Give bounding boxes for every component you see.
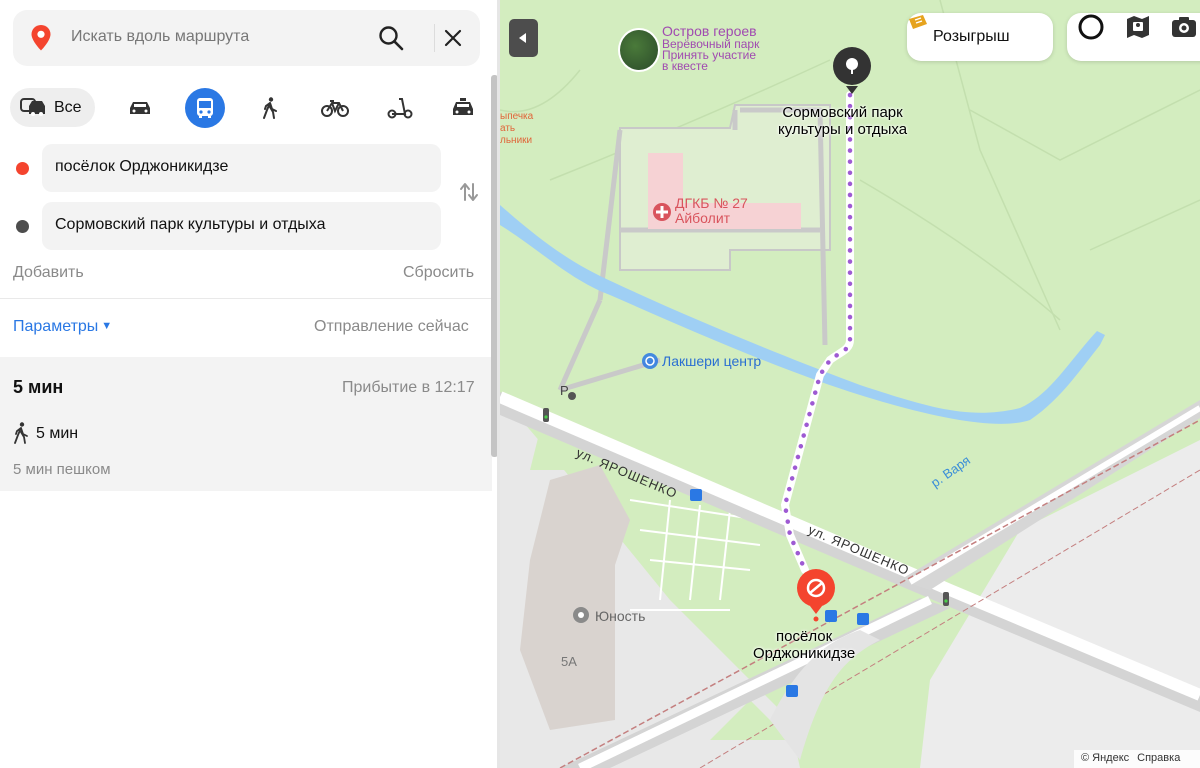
partial-poi-line3: льники bbox=[500, 135, 533, 146]
car-icon bbox=[130, 102, 150, 114]
all-transport-icon bbox=[20, 97, 45, 116]
search-icon[interactable] bbox=[377, 24, 405, 52]
mode-car-button[interactable] bbox=[120, 88, 160, 128]
close-icon[interactable] bbox=[441, 26, 465, 50]
map-copyright: © Яндекс Справка bbox=[1074, 750, 1200, 768]
lux-center-label[interactable]: Лакшери центр bbox=[662, 353, 761, 369]
parking-label: P bbox=[560, 383, 569, 398]
partial-poi-label: ыпечка ать льники bbox=[500, 111, 533, 147]
bicycle-icon bbox=[321, 100, 349, 117]
promo-button[interactable]: Розыгрыш bbox=[907, 13, 1053, 61]
hospital-name-line1: ДГКБ № 27 bbox=[675, 195, 748, 211]
hospital-name-line2: Айболит bbox=[675, 210, 731, 226]
partial-poi-line2: ать bbox=[500, 123, 516, 134]
help-link[interactable]: Справка bbox=[1137, 752, 1180, 764]
mode-bike-button[interactable] bbox=[315, 88, 355, 128]
transport-modes: Все bbox=[10, 88, 480, 128]
map-view[interactable]: Остров героев Верёвочный парк Принять уч… bbox=[500, 0, 1200, 768]
destination-map-label-line1: Сормовский парк bbox=[782, 104, 903, 121]
walk-description: 5 мин пешком bbox=[13, 461, 111, 478]
route-duration: 5 мин bbox=[13, 377, 64, 397]
destination-map-label-line2: культуры и отдыха bbox=[778, 121, 908, 138]
swap-route-icon[interactable] bbox=[457, 180, 481, 204]
copyright-text: © Яндекс bbox=[1081, 752, 1130, 764]
alice-assistant-icon[interactable] bbox=[1077, 13, 1105, 41]
camera-icon[interactable] bbox=[1170, 13, 1198, 41]
poi-heroes-action-line2: в квесте bbox=[662, 59, 708, 73]
promo-label: Розыгрыш bbox=[933, 28, 1010, 45]
search-divider bbox=[434, 24, 435, 52]
origin-map-label-line1: посёлок bbox=[776, 628, 833, 645]
origin-pin-icon[interactable] bbox=[796, 568, 836, 622]
search-input[interactable]: Искать вдоль маршрута bbox=[71, 28, 249, 46]
collapse-panel-button[interactable] bbox=[509, 19, 538, 57]
reset-route-link[interactable]: Сбросить bbox=[403, 264, 474, 282]
mode-taxi-button[interactable] bbox=[443, 88, 483, 128]
hospital-label[interactable]: ДГКБ № 27 Айболит bbox=[675, 196, 748, 226]
partial-poi-line1: ыпечка bbox=[500, 111, 534, 122]
building-number: 5А bbox=[561, 654, 577, 669]
route-search-bar[interactable]: Искать вдоль маршрута bbox=[13, 10, 480, 66]
chevron-down-icon: ▼ bbox=[101, 320, 113, 332]
departure-time-selector[interactable]: Отправление сейчас bbox=[314, 318, 469, 336]
mode-scooter-button[interactable] bbox=[380, 88, 420, 128]
cinema-label[interactable]: Юность bbox=[595, 608, 645, 624]
map-tools-bar bbox=[1067, 13, 1200, 61]
route-result-card[interactable]: 5 мин Прибытие в 12:17 5 мин 5 мин пешко… bbox=[0, 357, 492, 491]
origin-dot-icon bbox=[16, 162, 29, 175]
ticket-icon bbox=[909, 15, 927, 29]
poi-heroes-label[interactable]: Остров героев Верёвочный парк Принять уч… bbox=[662, 23, 759, 72]
route-to-row: Сормовский парк культуры и отдыха bbox=[13, 202, 443, 250]
taxi-icon bbox=[453, 98, 473, 115]
bus-icon bbox=[197, 98, 213, 118]
route-panel: Искать вдоль маршрута Все посёлок Орджон… bbox=[0, 0, 500, 768]
poi-photo-avatar[interactable] bbox=[618, 28, 660, 72]
origin-map-label[interactable]: посёлок Орджоникидзе bbox=[753, 628, 855, 662]
scooter-icon bbox=[387, 98, 413, 119]
params-dropdown[interactable]: Параметры ▼ bbox=[13, 318, 112, 336]
arrival-time: Прибытие в 12:17 bbox=[342, 379, 475, 396]
add-waypoint-link[interactable]: Добавить bbox=[13, 264, 84, 282]
destination-map-label[interactable]: Сормовский парк культуры и отдыха bbox=[778, 104, 907, 138]
destination-pin-icon[interactable] bbox=[832, 46, 872, 96]
route-from-input[interactable]: посёлок Орджоникидзе bbox=[42, 144, 441, 192]
pedestrian-icon bbox=[14, 422, 28, 444]
walk-segment-duration: 5 мин bbox=[36, 425, 79, 442]
mode-walk-button[interactable] bbox=[250, 88, 290, 128]
mode-all-button[interactable]: Все bbox=[10, 88, 95, 127]
map-layers-icon[interactable] bbox=[1124, 13, 1152, 41]
origin-map-label-line2: Орджоникидзе bbox=[753, 645, 856, 662]
mode-transit-button[interactable] bbox=[185, 88, 225, 128]
route-from-row: посёлок Орджоникидзе bbox=[13, 144, 443, 192]
location-pin-icon bbox=[31, 25, 51, 51]
pedestrian-icon bbox=[263, 97, 277, 119]
route-to-input[interactable]: Сормовский парк культуры и отдыха bbox=[42, 202, 441, 250]
destination-dot-icon bbox=[16, 220, 29, 233]
mode-all-label: Все bbox=[54, 98, 82, 116]
params-label: Параметры bbox=[13, 318, 99, 335]
divider bbox=[0, 298, 492, 299]
